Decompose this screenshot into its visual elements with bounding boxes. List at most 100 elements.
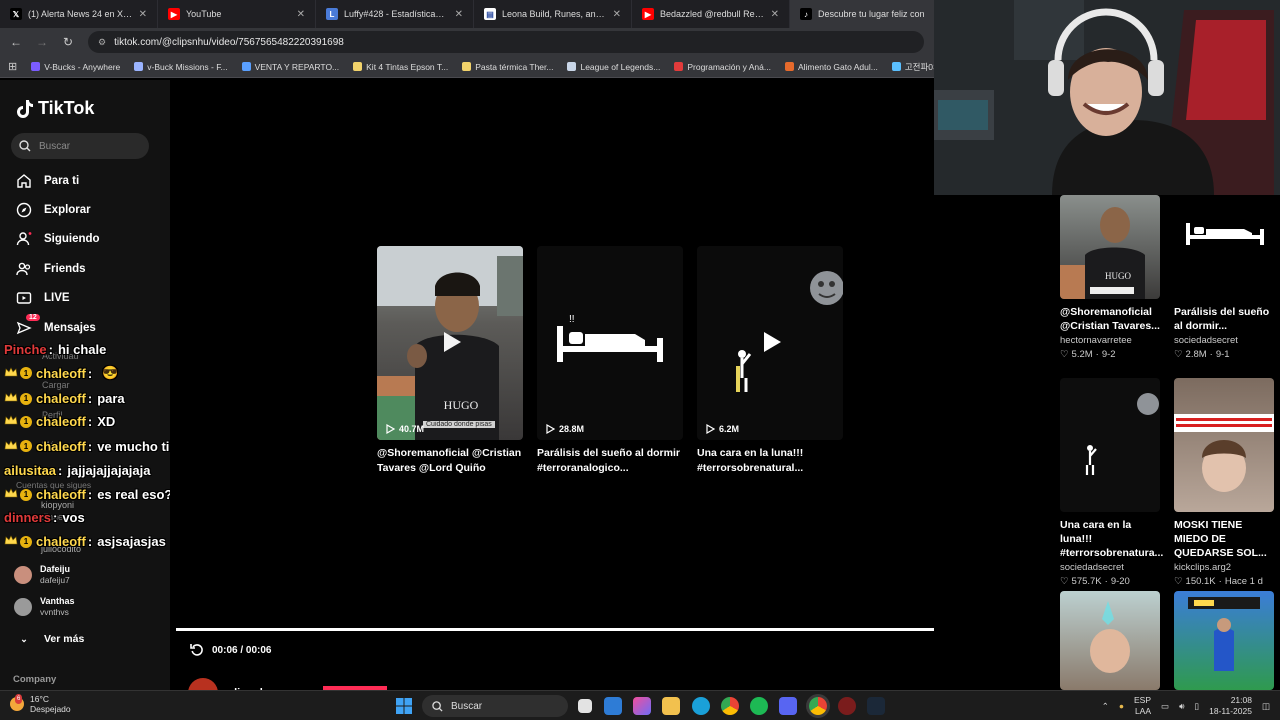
bookmark-item[interactable]: League of Legends... [567, 62, 660, 72]
task-view-icon[interactable] [578, 699, 592, 713]
sidebar-item-mensajes[interactable]: 12 Mensajes [16, 314, 96, 336]
bookmark-item[interactable]: Pasta térmica Ther... [462, 62, 553, 72]
network-icon[interactable]: ▭ [1161, 701, 1169, 712]
video-card[interactable]: 6.2M Una cara en la luna!!! #terrorsobre… [697, 246, 843, 476]
recommended-title[interactable]: Una cara en la luna!!! #terrorsobrenatur… [1060, 518, 1164, 560]
recommended-card[interactable] [1060, 591, 1164, 690]
apps-grid-icon[interactable]: ⊞ [8, 60, 17, 73]
browser-tab[interactable]: L Luffy#428 - Estadísticas del inv ✕ [316, 0, 474, 28]
recommended-card[interactable]: Una cara en la luna!!! #terrorsobrenatur… [1060, 378, 1164, 587]
sidebar-item-siguiendo[interactable]: Siguiendo [16, 231, 100, 247]
site-info-icon[interactable]: ⚙ [98, 37, 106, 48]
recommended-thumbnail[interactable] [1174, 591, 1274, 690]
sidebar-item-explorar[interactable]: Explorar [16, 202, 91, 218]
sidebar-item-live[interactable]: LIVE [16, 290, 70, 306]
sidebar-item-friends[interactable]: Friends [16, 261, 86, 277]
browser-tab[interactable]: ▶ Bedazzled @redbull Restoc ✕ [632, 0, 790, 28]
chat-username[interactable]: chaleoff [36, 534, 86, 549]
notifications-icon[interactable]: ◫ [1262, 701, 1270, 712]
language-indicator[interactable]: ESP LAA [1134, 695, 1151, 717]
video-card-title[interactable]: @Shoremanoficial @Cristian Tavares @Lord… [377, 446, 523, 476]
recommended-thumbnail[interactable] [1174, 195, 1274, 299]
back-icon[interactable]: ← [10, 36, 22, 48]
taskbar-search-input[interactable]: Buscar [422, 695, 568, 717]
chat-username[interactable]: ailusitaa [4, 463, 56, 478]
url-input[interactable]: ⚙ tiktok.com/@clipsnhu/video/75675654822… [88, 31, 924, 53]
close-tab-icon[interactable]: ✕ [613, 9, 621, 20]
recommended-card[interactable] [1174, 591, 1278, 690]
video-card[interactable]: !! 28.8M Parálisis del sueño al dormir #… [537, 246, 683, 476]
windows-start-icon[interactable] [395, 697, 413, 715]
following-item-dafeiju[interactable]: Dafeiju dafeiju7 [14, 564, 70, 586]
tiktok-logo[interactable]: TikTok [16, 98, 94, 119]
browser-tab[interactable]: 𝕏 (1) Alerta News 24 en X: "saus ✕ [0, 0, 158, 28]
close-tab-icon[interactable]: ✕ [139, 9, 147, 20]
clock[interactable]: 21:08 18-11-2025 [1209, 695, 1252, 717]
recommended-user[interactable]: kickclips.arg2 [1174, 562, 1278, 573]
chat-username[interactable]: chaleoff [36, 391, 86, 406]
volume-tray-icon[interactable]: 🔊︎ [1179, 701, 1184, 712]
close-tab-icon[interactable]: ✕ [297, 9, 305, 20]
obs-icon[interactable] [838, 697, 856, 715]
recommended-card[interactable]: MOSKI TIENE MIEDO DE QUEDARSE SOL... kic… [1174, 378, 1278, 587]
play-icon[interactable] [439, 330, 463, 354]
recommended-title[interactable]: Parálisis del sueño al dormir... [1174, 305, 1278, 333]
chat-username[interactable]: chaleoff [36, 439, 86, 454]
video-card-title[interactable]: Parálisis del sueño al dormir #terrorana… [537, 446, 683, 476]
copilot-icon[interactable] [633, 697, 651, 715]
sidebar-item-para-ti[interactable]: Para ti [16, 173, 79, 189]
recommended-thumbnail[interactable] [1174, 378, 1274, 512]
sidebar-search-input[interactable]: Buscar [11, 133, 149, 159]
edge-icon[interactable] [692, 697, 710, 715]
play-icon[interactable] [759, 330, 783, 354]
video-card-title[interactable]: Una cara en la luna!!! #terrorsobrenatur… [697, 446, 843, 476]
recommended-thumbnail[interactable]: HUGO [1060, 195, 1160, 299]
forward-icon[interactable]: → [36, 36, 48, 48]
browser-tab[interactable]: ♪ Descubre tu lugar feliz con [790, 0, 934, 28]
bookmark-item[interactable]: Programación y Aná... [674, 62, 771, 72]
recommended-user[interactable]: hectornavarretee [1060, 335, 1164, 346]
chat-username[interactable]: chaleoff [36, 414, 86, 429]
video-thumbnail[interactable]: !! 28.8M [537, 246, 683, 440]
chevron-up-icon[interactable]: ⌃ [1102, 701, 1109, 712]
browser-tab[interactable]: ▶ YouTube ✕ [158, 0, 316, 28]
bookmark-item[interactable]: Alimento Gato Adul... [784, 62, 878, 72]
chat-username[interactable]: Pinche [4, 342, 47, 357]
microphone-icon[interactable]: ● [1119, 701, 1124, 711]
company-heading[interactable]: Company [13, 674, 56, 685]
recommended-card[interactable]: Parálisis del sueño al dormir... socieda… [1174, 195, 1278, 360]
discord-icon[interactable] [779, 697, 797, 715]
steam-icon[interactable] [867, 697, 885, 715]
reload-icon[interactable]: ↻ [62, 36, 74, 48]
video-thumbnail[interactable]: HUGO Cuidado donde pisas 40.7M [377, 246, 523, 440]
recommended-title[interactable]: MOSKI TIENE MIEDO DE QUEDARSE SOL... [1174, 518, 1278, 560]
video-card[interactable]: HUGO Cuidado donde pisas 40.7M @Shoreman… [377, 246, 523, 476]
bookmark-item[interactable]: 고전파0의 방송국 [891, 61, 934, 73]
close-tab-icon[interactable]: ✕ [455, 9, 463, 20]
replay-icon[interactable] [190, 643, 204, 657]
chrome-active-icon[interactable] [809, 697, 827, 715]
battery-icon[interactable]: ▯ [1194, 701, 1199, 712]
following-item-vanthas[interactable]: Vanthas vvnthvs [14, 596, 75, 618]
chat-username[interactable]: dinners [4, 510, 51, 525]
spotify-icon[interactable] [750, 697, 768, 715]
browser-tab[interactable]: ▤ Leona Build, Runes, and Items ✕ [474, 0, 632, 28]
bookmark-item[interactable]: Kit 4 Tintas Epson T... [353, 62, 448, 72]
recommended-card[interactable]: HUGO @Shoremanoficial @Cristian Tavares.… [1060, 195, 1164, 360]
weather-widget[interactable]: 6 16°C Despejado [10, 694, 71, 714]
recommended-user[interactable]: sociedadsecret [1060, 562, 1164, 573]
file-explorer-icon[interactable] [662, 697, 680, 715]
video-thumbnail[interactable]: 6.2M [697, 246, 843, 440]
bookmark-item[interactable]: v-Buck Missions - F... [134, 62, 228, 72]
video-progress-bar[interactable] [176, 628, 1044, 631]
bookmark-item[interactable]: V-Bucks - Anywhere [31, 62, 120, 72]
chat-username[interactable]: chaleoff [36, 487, 86, 502]
recommended-title[interactable]: @Shoremanoficial @Cristian Tavares... [1060, 305, 1164, 333]
chrome-icon[interactable] [721, 697, 739, 715]
recommended-thumbnail[interactable] [1060, 378, 1160, 512]
store-icon[interactable] [604, 697, 622, 715]
chat-username[interactable]: chaleoff [36, 366, 86, 381]
close-tab-icon[interactable]: ✕ [771, 9, 779, 20]
sidebar-item-cargar[interactable]: Cargar [42, 380, 70, 390]
see-more-button[interactable]: ⌄ Ver más [16, 631, 84, 647]
